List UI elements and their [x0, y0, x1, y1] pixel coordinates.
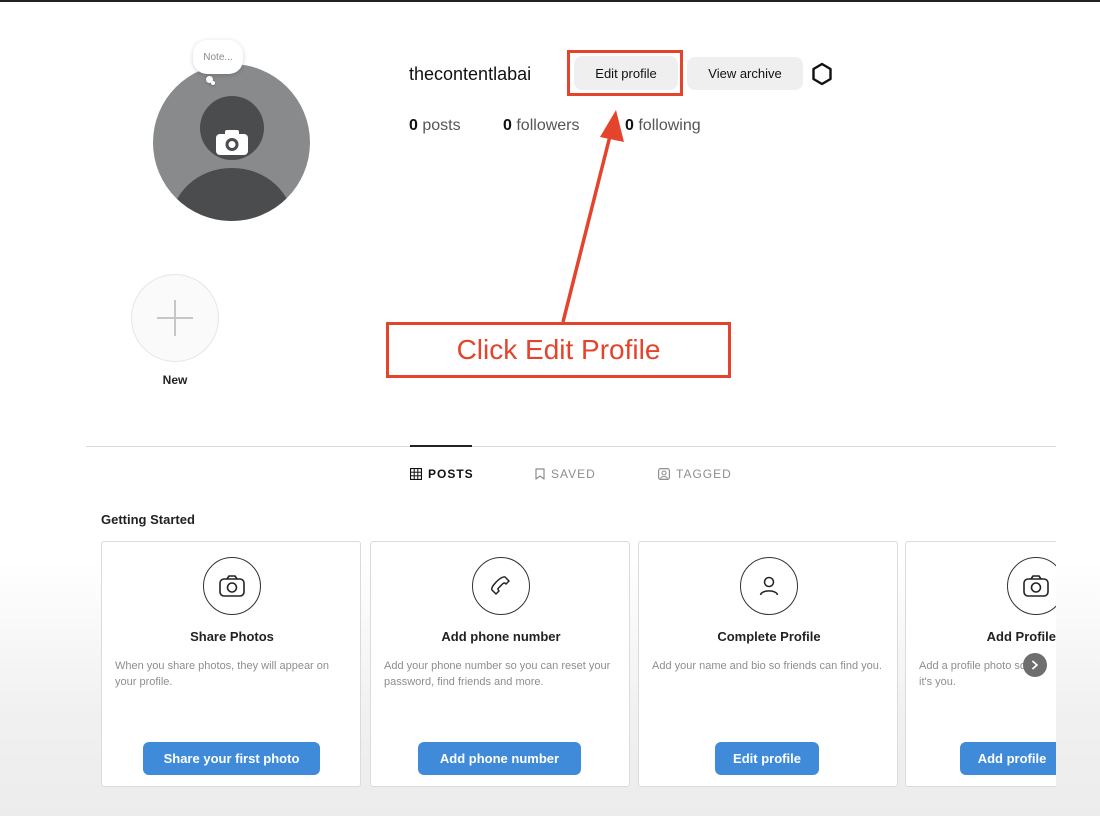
card-title: Complete Profile — [717, 629, 821, 644]
plus-icon — [157, 300, 193, 336]
posts-count: 0 — [409, 117, 418, 134]
settings-gear-icon[interactable] — [810, 62, 834, 86]
edit-profile-card-button[interactable]: Edit profile — [715, 742, 819, 775]
new-highlight-label: New — [162, 373, 188, 387]
followers-label: followers — [516, 117, 580, 134]
card-complete-profile: Complete Profile Add your name and bio s… — [638, 541, 898, 787]
tab-tagged-label: TAGGED — [676, 467, 732, 481]
new-highlight-button[interactable] — [131, 274, 219, 362]
tagged-icon — [658, 468, 670, 480]
card-title: Share Photos — [190, 629, 274, 644]
annotation-callout: Click Edit Profile — [386, 322, 731, 378]
card-description: Add your name and bio so friends can fin… — [652, 660, 882, 672]
card-add-phone: Add phone number Add your phone number s… — [370, 541, 630, 787]
getting-started-carousel: Share Photos When you share photos, they… — [101, 541, 1056, 791]
card-description: Add a profile photo so it's you. — [919, 660, 1027, 688]
card-description: When you share photos, they will appear … — [115, 660, 330, 688]
top-border — [0, 0, 1100, 2]
camera-icon — [1007, 557, 1056, 615]
following-stat[interactable]: 0 following — [625, 117, 701, 135]
username: thecontentlabai — [409, 64, 532, 84]
card-title: Add phone number — [441, 629, 561, 644]
followers-count: 0 — [503, 117, 512, 134]
card-description: Add your phone number so you can reset y… — [384, 660, 611, 688]
card-share-photos: Share Photos When you share photos, they… — [101, 541, 361, 787]
tab-tagged[interactable]: TAGGED — [658, 467, 732, 481]
bookmark-icon — [535, 468, 545, 480]
grid-icon — [410, 468, 422, 480]
tab-divider — [86, 446, 1056, 447]
person-icon — [740, 557, 798, 615]
following-count: 0 — [625, 117, 634, 134]
tab-saved-label: SAVED — [551, 467, 596, 481]
active-tab-indicator — [410, 445, 472, 447]
camera-icon — [203, 557, 261, 615]
following-label: following — [638, 117, 701, 134]
camera-icon — [214, 124, 250, 160]
note-bubble-tail-small — [211, 81, 215, 85]
add-phone-number-button[interactable]: Add phone number — [418, 742, 581, 775]
avatar-body — [171, 168, 293, 221]
profile-avatar[interactable] — [153, 64, 310, 221]
posts-label: posts — [422, 117, 461, 134]
phone-icon — [472, 557, 530, 615]
tab-saved[interactable]: SAVED — [535, 467, 596, 481]
view-archive-button[interactable]: View archive — [687, 57, 803, 90]
getting-started-heading: Getting Started — [101, 512, 195, 527]
share-first-photo-button[interactable]: Share your first photo — [143, 742, 320, 775]
tab-posts-label: POSTS — [428, 467, 474, 481]
add-profile-photo-button[interactable]: Add profile — [960, 742, 1056, 775]
annotation-highlight-box — [567, 50, 683, 96]
carousel-next-chevron-icon[interactable] — [1023, 653, 1047, 677]
card-title: Add Profile — [986, 629, 1056, 644]
posts-stat[interactable]: 0 posts — [409, 117, 461, 135]
tab-posts[interactable]: POSTS — [410, 467, 474, 481]
note-bubble[interactable]: Note... — [193, 40, 243, 74]
followers-stat[interactable]: 0 followers — [503, 117, 580, 135]
